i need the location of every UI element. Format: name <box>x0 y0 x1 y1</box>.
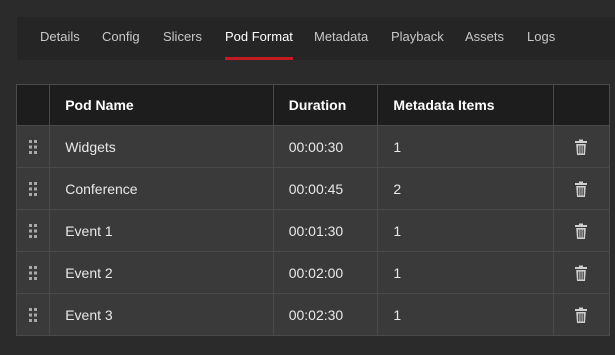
metadata-items-cell: 1 <box>377 125 554 168</box>
metadata-items-count: 1 <box>393 306 402 323</box>
header-label: Duration <box>288 97 347 113</box>
pod-name: Event 2 <box>65 264 113 281</box>
tab-metadata[interactable]: Metadata <box>314 17 368 60</box>
pod-format-table-wrapper: Pod Name Duration Metadata Items Widgets… <box>15 84 611 336</box>
row-action-cell <box>552 125 611 168</box>
duration-cell: 00:00:30 <box>272 125 379 168</box>
tab-label: Config <box>102 29 140 44</box>
row-handle-cell[interactable] <box>15 293 51 336</box>
metadata-items-count: 2 <box>393 180 402 197</box>
metadata-items-cell: 2 <box>377 167 554 210</box>
trash-icon[interactable] <box>575 265 588 281</box>
tab-pod-format[interactable]: Pod Format <box>225 17 293 60</box>
row-action-cell <box>552 209 611 252</box>
row-handle-cell[interactable] <box>15 251 51 294</box>
tab-label: Assets <box>465 29 505 44</box>
table-row: Event 2 00:02:00 1 <box>15 251 611 294</box>
header-metadata-items: Metadata Items <box>377 84 554 126</box>
trash-icon[interactable] <box>575 181 588 197</box>
duration-cell: 00:02:00 <box>272 251 379 294</box>
metadata-items-count: 1 <box>393 264 402 281</box>
header-handle-cell <box>15 84 51 126</box>
metadata-items-count: 1 <box>393 138 402 155</box>
tab-label: Playback <box>391 29 444 44</box>
duration: 00:02:00 <box>288 264 344 281</box>
trash-icon[interactable] <box>575 223 588 239</box>
drag-handle-icon[interactable] <box>28 181 38 197</box>
duration: 00:00:30 <box>288 138 344 155</box>
tab-logs[interactable]: Logs <box>527 17 555 60</box>
pod-name-cell: Event 3 <box>49 293 274 336</box>
pod-name: Conference <box>65 180 138 197</box>
pod-name-cell: Event 2 <box>49 251 274 294</box>
row-action-cell <box>552 293 611 336</box>
metadata-items-cell: 1 <box>377 293 554 336</box>
pod-name: Event 3 <box>65 306 113 323</box>
pod-name: Event 1 <box>65 222 113 239</box>
tab-playback[interactable]: Playback <box>391 17 444 60</box>
row-handle-cell[interactable] <box>15 125 51 168</box>
header-actions-cell <box>552 84 611 126</box>
header-label: Metadata Items <box>393 97 495 113</box>
duration-cell: 00:01:30 <box>272 209 379 252</box>
metadata-items-cell: 1 <box>377 209 554 252</box>
table-row: Event 1 00:01:30 1 <box>15 209 611 252</box>
tab-label: Details <box>40 29 80 44</box>
tab-config[interactable]: Config <box>102 17 140 60</box>
duration-cell: 00:02:30 <box>272 293 379 336</box>
drag-handle-icon[interactable] <box>28 223 38 239</box>
trash-icon[interactable] <box>575 307 588 323</box>
tab-assets[interactable]: Assets <box>465 17 504 60</box>
drag-handle-icon[interactable] <box>28 265 38 281</box>
tab-label: Slicers <box>163 29 203 44</box>
pod-name-cell: Event 1 <box>49 209 274 252</box>
table-row: Conference 00:00:45 2 <box>15 167 611 210</box>
trash-icon[interactable] <box>575 139 588 155</box>
header-pod-name: Pod Name <box>49 84 274 126</box>
table-header-row: Pod Name Duration Metadata Items <box>15 84 611 126</box>
table-row: Widgets 00:00:30 1 <box>15 125 611 168</box>
tab-label: Logs <box>527 29 556 44</box>
duration-cell: 00:00:45 <box>272 167 379 210</box>
row-action-cell <box>552 251 611 294</box>
row-handle-cell[interactable] <box>15 167 51 210</box>
metadata-items-count: 1 <box>393 222 402 239</box>
tab-label: Metadata <box>314 29 369 44</box>
pod-name-cell: Widgets <box>49 125 274 168</box>
drag-handle-icon[interactable] <box>28 307 38 323</box>
row-handle-cell[interactable] <box>15 209 51 252</box>
tab-label: Pod Format <box>225 29 293 44</box>
metadata-items-cell: 1 <box>377 251 554 294</box>
drag-handle-icon[interactable] <box>28 139 38 155</box>
duration: 00:00:45 <box>288 180 344 197</box>
row-action-cell <box>552 167 611 210</box>
tab-bar: Details Config Slicers Pod Format Metada… <box>17 17 615 60</box>
tab-slicers[interactable]: Slicers <box>163 17 202 60</box>
pod-name-cell: Conference <box>49 167 274 210</box>
duration: 00:02:30 <box>288 306 344 323</box>
pod-format-table: Pod Name Duration Metadata Items Widgets… <box>15 84 611 336</box>
tab-details[interactable]: Details <box>40 17 80 60</box>
table-row: Event 3 00:02:30 1 <box>15 293 611 336</box>
header-label: Pod Name <box>65 97 134 113</box>
duration: 00:01:30 <box>288 222 344 239</box>
pod-name: Widgets <box>65 138 116 155</box>
header-duration: Duration <box>272 84 379 126</box>
tab-underline <box>225 57 293 60</box>
